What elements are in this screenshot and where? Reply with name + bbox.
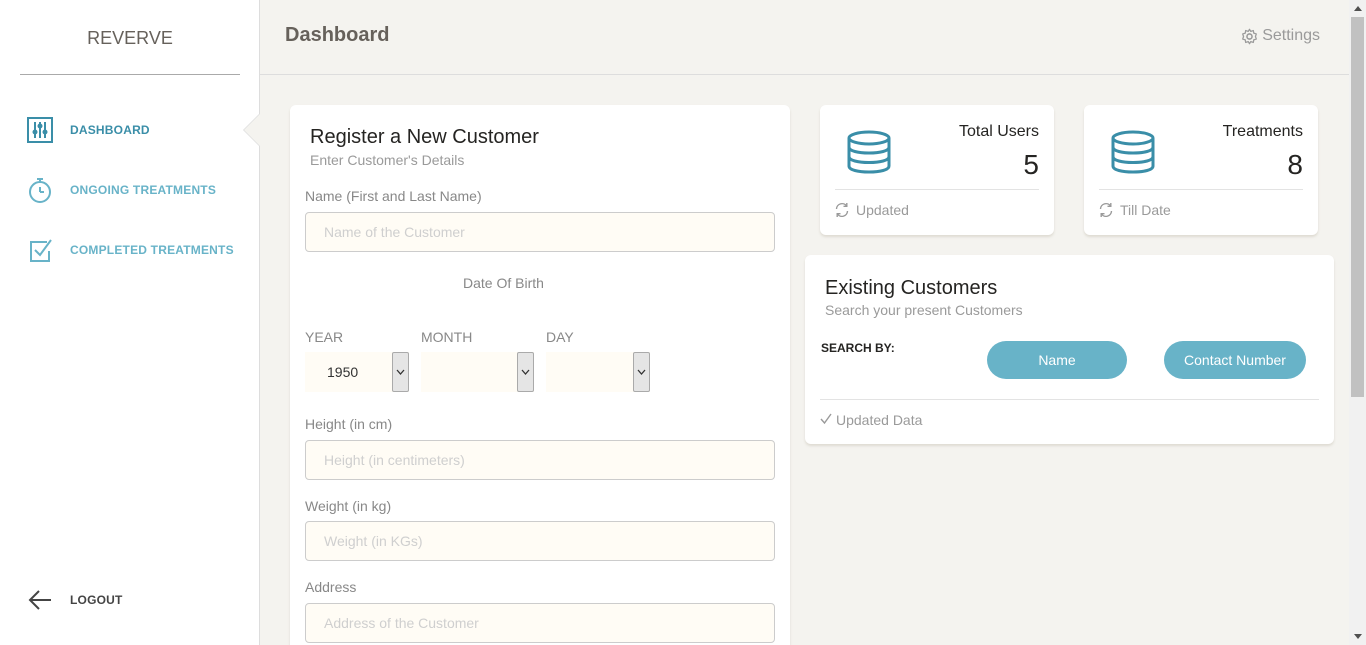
check-icon [820, 412, 832, 428]
scroll-down-arrow-icon[interactable] [1349, 628, 1366, 645]
day-label: DAY [546, 329, 574, 345]
year-value: 1950 [327, 364, 359, 380]
address-label: Address [305, 579, 357, 595]
active-indicator [244, 114, 260, 146]
address-input[interactable] [305, 603, 775, 643]
treatments-card: Treatments 8 Till Date [1084, 105, 1318, 235]
stat-footer-label: Updated [856, 202, 909, 218]
gear-icon [1241, 28, 1258, 45]
year-select[interactable]: 1950 [305, 352, 409, 392]
logout-button[interactable]: LOGOUT [26, 585, 123, 615]
sidebar-item-completed-treatments[interactable]: COMPLETED TREATMENTS [26, 235, 234, 265]
total-users-card: Total Users 5 Updated [820, 105, 1054, 235]
weight-input[interactable] [305, 521, 775, 561]
stat-value: 5 [1023, 149, 1039, 180]
page-title: Dashboard [285, 24, 390, 46]
sidebar-item-label: COMPLETED TREATMENTS [70, 243, 234, 257]
chevron-down-icon [392, 352, 409, 392]
top-navbar: Dashboard Settings [260, 0, 1350, 75]
sidebar-item-ongoing-treatments[interactable]: ONGOING TREATMENTS [26, 175, 216, 205]
stat-title: Treatments [1222, 123, 1303, 140]
existing-customers-card: Existing Customers Search your present C… [805, 255, 1334, 444]
weight-label: Weight (in kg) [305, 498, 392, 514]
sidebar-item-label: ONGOING TREATMENTS [70, 183, 217, 197]
equalizer-icon [26, 116, 54, 144]
search-by-contact-button[interactable]: Contact Number [1164, 341, 1306, 379]
customers-title: Existing Customers [825, 277, 998, 299]
stat-footer: Updated [834, 202, 909, 218]
register-subtitle: Enter Customer's Details [310, 152, 465, 168]
customers-subtitle: Search your present Customers [825, 302, 1023, 318]
sidebar-item-dashboard[interactable]: DASHBOARD [26, 115, 150, 145]
settings-button[interactable]: Settings [1241, 27, 1320, 45]
divider [835, 189, 1039, 190]
customers-footer-label: Updated Data [836, 412, 923, 428]
year-label: YEAR [305, 329, 344, 345]
customers-footer: Updated Data [820, 412, 922, 428]
stat-footer-label: Till Date [1120, 202, 1171, 218]
height-input[interactable] [305, 440, 775, 480]
brand-logo[interactable]: REVERVE [20, 0, 240, 75]
chevron-down-icon [633, 352, 650, 392]
stat-title: Total Users [958, 123, 1039, 140]
stopwatch-icon [26, 176, 54, 204]
scroll-up-arrow-icon[interactable] [1349, 0, 1366, 17]
name-input[interactable] [305, 212, 775, 252]
database-icon [1110, 129, 1156, 180]
divider [820, 399, 1319, 400]
sidebar: REVERVE DASHBOARD ONGOING TREATMENTS COM… [0, 0, 260, 645]
database-icon [846, 129, 892, 180]
month-label: MONTH [421, 329, 473, 345]
scrollbar-thumb[interactable] [1351, 17, 1364, 397]
checkbox-icon [26, 236, 54, 264]
dob-title: Date Of Birth [463, 275, 544, 291]
refresh-icon [834, 202, 850, 218]
day-select[interactable] [546, 352, 650, 392]
month-select[interactable] [421, 352, 534, 392]
settings-label: Settings [1262, 27, 1320, 44]
vertical-scrollbar[interactable] [1349, 0, 1366, 645]
register-title: Register a New Customer [310, 126, 539, 148]
refresh-icon [1098, 202, 1114, 218]
divider [1099, 189, 1303, 190]
search-by-label: SEARCH BY: [821, 341, 895, 355]
register-customer-card: Register a New Customer Enter Customer's… [290, 105, 790, 645]
sidebar-item-label: DASHBOARD [70, 123, 150, 137]
height-label: Height (in cm) [305, 416, 393, 432]
logout-label: LOGOUT [70, 593, 123, 607]
arrow-left-icon [26, 586, 54, 614]
stat-value: 8 [1287, 149, 1303, 180]
chevron-down-icon [517, 352, 534, 392]
stat-footer: Till Date [1098, 202, 1171, 218]
search-by-name-button[interactable]: Name [987, 341, 1127, 379]
name-label: Name (First and Last Name) [305, 188, 482, 204]
